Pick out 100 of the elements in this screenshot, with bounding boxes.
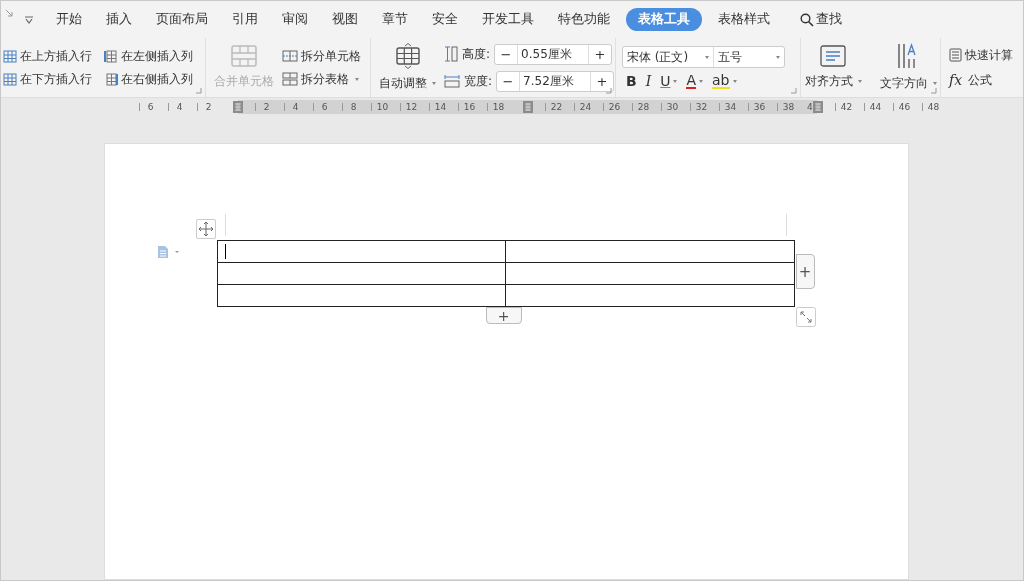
ribbon-tab[interactable]: 章节 [370, 8, 420, 31]
column-width-icon [444, 74, 460, 88]
ruler-number: 6 [147, 102, 154, 112]
ruler-number: 48 [927, 102, 940, 112]
table-row-icon [3, 49, 17, 63]
ribbon-tab[interactable]: 开发工具 [470, 8, 546, 31]
autofit-button[interactable]: 自动调整 [375, 43, 440, 92]
increase-button[interactable]: + [591, 71, 614, 91]
ribbon-tab[interactable]: 页面布局 [144, 8, 220, 31]
text-direction-button[interactable]: 文字方向 [875, 43, 941, 92]
column-marker-icon[interactable] [232, 101, 243, 113]
ruler-number: 12 [405, 102, 418, 112]
table-cell[interactable] [505, 284, 794, 307]
dialog-launcher-icon[interactable] [931, 88, 937, 94]
table-cell[interactable] [505, 262, 794, 285]
size-stepper[interactable]: − 7.52厘米 + [496, 70, 615, 92]
ribbon-tab[interactable]: 视图 [320, 8, 370, 31]
ruler-number: 8 [350, 102, 357, 112]
ruler-number: 30 [666, 102, 679, 112]
table-column-icon [104, 49, 118, 63]
ribbon-tab[interactable]: 安全 [420, 8, 470, 31]
ruler-number: 32 [695, 102, 708, 112]
ruler-number: 28 [637, 102, 650, 112]
merge-cells-icon [231, 45, 257, 67]
align-button[interactable]: 对齐方式 [800, 45, 866, 90]
dialog-launcher-icon[interactable] [606, 88, 612, 94]
format-button[interactable]: B [626, 73, 637, 89]
ruler-number: 42 [840, 102, 853, 112]
ruler-number: 46 [898, 102, 911, 112]
table-cell[interactable] [217, 262, 506, 285]
ruler-number: 34 [724, 102, 737, 112]
add-column-button[interactable]: + [795, 254, 815, 289]
format-button[interactable]: U [660, 73, 678, 89]
size-input[interactable]: 7.52厘米 [519, 71, 592, 91]
ribbon-tab[interactable]: 引用 [220, 8, 270, 31]
decrease-button[interactable]: − [495, 44, 518, 64]
quick-access-menu-icon[interactable] [24, 15, 34, 24]
search-button[interactable]: 查找 [788, 8, 854, 31]
align-icon [820, 45, 846, 67]
calculator-icon [949, 48, 962, 62]
dialog-launcher-icon[interactable] [196, 88, 202, 94]
ruler-number: 44 [869, 102, 882, 112]
insert-button[interactable]: 在右侧插入列 [104, 70, 201, 88]
search-label: 查找 [816, 11, 842, 28]
ruler-number: 4 [807, 102, 813, 112]
search-icon [800, 12, 814, 27]
autofit-table-icon [394, 43, 421, 69]
ruler-number: 4 [176, 102, 183, 112]
add-row-button[interactable]: + [485, 307, 522, 324]
table-row-icon [3, 72, 17, 86]
font-family-dropdown[interactable]: 宋体 (正文) [623, 47, 714, 67]
dialog-launcher-icon[interactable] [791, 88, 797, 94]
split-cells-icon [282, 50, 298, 62]
ribbon-tab[interactable]: 开始 [44, 8, 94, 31]
ruler-number: 14 [434, 102, 447, 112]
ribbon-tab[interactable]: 表格样式 [706, 8, 782, 31]
ruler-number: 16 [463, 102, 476, 112]
insert-button[interactable]: 在上方插入行 [3, 47, 100, 65]
table-cell[interactable] [505, 240, 794, 263]
size-label: 高度: [462, 45, 491, 63]
ruler-number: 18 [492, 102, 505, 112]
corner-icon[interactable] [5, 8, 13, 17]
document-icon[interactable] [156, 245, 181, 259]
table-cell[interactable] [217, 240, 506, 263]
size-input[interactable]: 0.55厘米 [517, 44, 590, 64]
decrease-button[interactable]: − [497, 71, 520, 91]
column-marker-icon[interactable] [522, 101, 533, 113]
row-height-icon [444, 46, 458, 62]
ruler-number: 2 [263, 102, 270, 112]
format-button[interactable]: ab [712, 73, 737, 89]
increase-button[interactable]: + [589, 44, 612, 64]
resize-handle-icon[interactable] [795, 307, 816, 327]
move-handle-icon[interactable] [195, 219, 216, 239]
format-button[interactable]: I [645, 73, 652, 89]
ruler-number: 36 [753, 102, 766, 112]
ribbon-tab[interactable]: 审阅 [270, 8, 320, 31]
formula-button[interactable]: fx 公式 [949, 71, 993, 89]
ruler-number: 38 [782, 102, 795, 112]
text-cursor [224, 244, 226, 259]
split-button[interactable]: 拆分表格 [282, 70, 361, 88]
split-table-icon [282, 72, 298, 86]
caret-icon [432, 82, 436, 85]
insert-button[interactable]: 在下方插入行 [3, 70, 100, 88]
table-column-icon [104, 72, 118, 86]
size-stepper[interactable]: − 0.55厘米 + [494, 43, 613, 65]
split-button[interactable]: 拆分单元格 [282, 47, 361, 65]
format-button[interactable]: A [686, 73, 704, 89]
ribbon-tab[interactable]: 特色功能 [546, 8, 622, 31]
ruler-number: 2 [205, 102, 212, 112]
insert-button[interactable]: 在左侧插入列 [104, 47, 201, 65]
ruler-number: 6 [321, 102, 328, 112]
column-marker-icon[interactable] [812, 101, 823, 113]
font-size-dropdown[interactable]: 五号 [714, 47, 784, 67]
size-label: 宽度: [464, 72, 493, 90]
quick-calc-button[interactable]: 快速计算 [949, 46, 1013, 64]
ribbon-tab[interactable]: 插入 [94, 8, 144, 31]
ruler-number: 4 [292, 102, 299, 112]
ruler-number: 10 [376, 102, 389, 112]
table-cell[interactable] [217, 284, 506, 307]
caret-icon [355, 77, 359, 81]
